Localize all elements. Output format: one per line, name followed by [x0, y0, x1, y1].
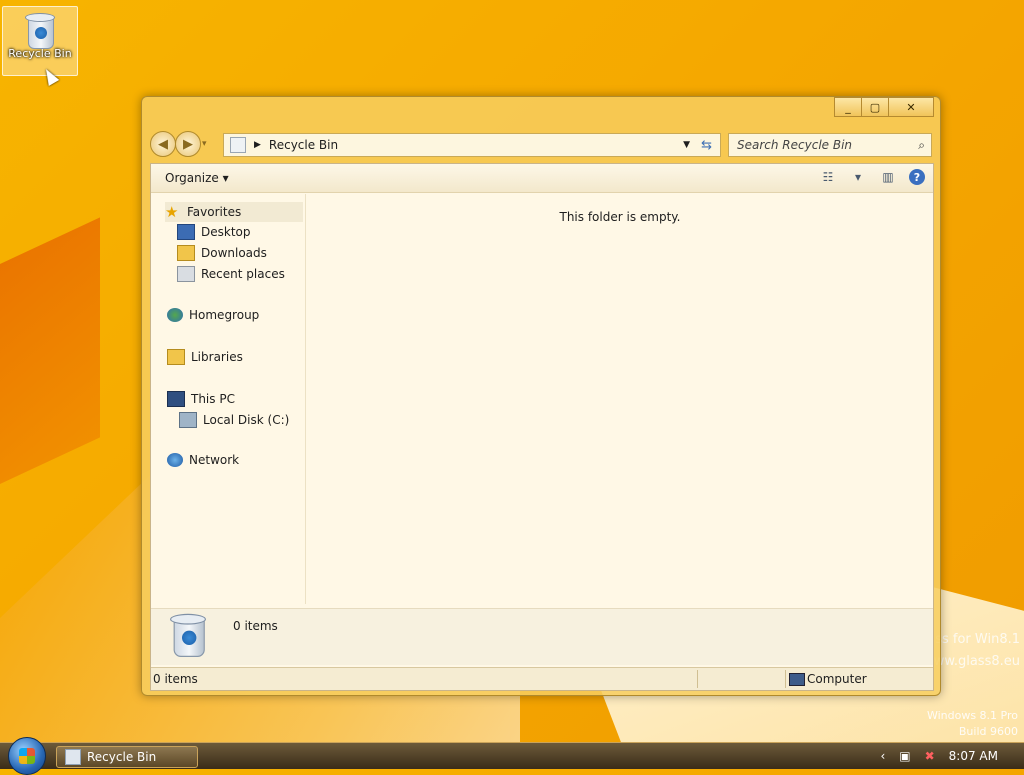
view-options-dropdown-icon[interactable]: ▾ — [849, 169, 867, 185]
organize-label: Organize — [165, 171, 219, 185]
nav-item-label: This PC — [191, 392, 235, 406]
address-bar[interactable]: ▶ Recycle Bin ▼ ⇆ — [223, 133, 721, 157]
recycle-bin-icon — [65, 749, 81, 765]
close-button[interactable]: ✕ — [889, 97, 934, 117]
nav-item-favorites[interactable]: ★ Favorites — [165, 202, 303, 222]
nav-item-label: Local Disk (C:) — [203, 413, 290, 427]
status-item-count: 0 items — [153, 672, 198, 686]
volume-muted-icon[interactable]: ✖ — [925, 749, 935, 763]
network-icon — [167, 453, 183, 467]
nav-item-homegroup[interactable]: Homegroup — [167, 308, 259, 322]
clock[interactable]: 8:07 AM — [949, 749, 998, 763]
nav-item-label: Downloads — [201, 246, 267, 260]
homegroup-icon — [167, 308, 183, 322]
command-bar: Organize ▾ ☷ ▾ ▥ ? — [151, 164, 933, 193]
nav-item-network[interactable]: Network — [167, 453, 239, 467]
drive-icon — [179, 412, 197, 428]
search-input[interactable]: Search Recycle Bin ⌕ — [728, 133, 932, 157]
forward-button[interactable]: ▶ — [175, 131, 201, 157]
preview-pane-icon[interactable]: ▥ — [879, 169, 897, 185]
maximize-button[interactable]: ▢ — [862, 97, 889, 117]
recycle-bin-icon — [230, 137, 246, 153]
taskbar-button-label: Recycle Bin — [87, 750, 157, 764]
nav-item-local-disk[interactable]: Local Disk (C:) — [179, 412, 289, 428]
status-bar: 0 items Computer — [151, 667, 933, 690]
status-divider — [785, 670, 786, 688]
navigation-pane: ★ Favorites Desktop Downloads Recent pla… — [151, 194, 306, 604]
status-divider — [697, 670, 698, 688]
organize-button[interactable]: Organize ▾ — [165, 171, 229, 185]
wallpaper-shape — [0, 217, 100, 503]
nav-item-label: Network — [189, 453, 240, 467]
recent-places-icon — [177, 266, 195, 282]
status-location: Computer — [807, 672, 867, 686]
nav-item-label: Homegroup — [189, 308, 260, 322]
nav-item-label: Favorites — [187, 205, 242, 219]
desktop-icon-recycle-bin[interactable]: Recycle Bin — [2, 6, 78, 76]
downloads-folder-icon — [177, 245, 195, 261]
windows-build: Build 9600 — [958, 725, 1018, 738]
computer-icon — [789, 673, 805, 686]
nav-item-label: Recent places — [201, 267, 285, 281]
computer-icon — [167, 391, 185, 407]
taskbar: Recycle Bin ‹ ▣ ✖ 8:07 AM — [0, 737, 1024, 775]
address-dropdown-icon[interactable]: ▼ — [683, 140, 690, 150]
nav-item-recent-places[interactable]: Recent places — [177, 266, 285, 282]
windows-version: Windows 8.1 Pro Build 9600 — [927, 708, 1018, 740]
nav-item-label: Desktop — [201, 225, 251, 239]
navigation-bar: ◀ ▶ ▾ ▶ Recycle Bin ▼ ⇆ Search Recycle B… — [150, 131, 932, 157]
system-tray: ‹ ▣ ✖ 8:07 AM — [880, 743, 1024, 769]
refresh-icon[interactable]: ⇆ — [701, 138, 712, 153]
minimize-button[interactable]: _ — [834, 97, 862, 117]
recycle-bin-icon — [170, 611, 206, 657]
caption-buttons: _ ▢ ✕ — [834, 97, 934, 117]
explorer-window: _ ▢ ✕ ◀ ▶ ▾ ▶ Recycle Bin ▼ ⇆ Search Rec… — [141, 96, 941, 696]
nav-item-libraries[interactable]: Libraries — [167, 349, 243, 365]
search-placeholder: Search Recycle Bin — [737, 138, 853, 152]
libraries-icon — [167, 349, 185, 365]
back-button[interactable]: ◀ — [150, 131, 176, 157]
explorer-client-area: Organize ▾ ☷ ▾ ▥ ? ★ Favorites Desktop D… — [150, 163, 934, 691]
help-icon[interactable]: ? — [909, 169, 925, 185]
change-view-icon[interactable]: ☷ — [819, 169, 837, 185]
details-item-count: 0 items — [233, 619, 278, 633]
nav-item-downloads[interactable]: Downloads — [177, 245, 267, 261]
empty-folder-message: This folder is empty. — [559, 210, 681, 224]
nav-item-this-pc[interactable]: This PC — [167, 391, 235, 407]
nav-item-desktop[interactable]: Desktop — [177, 224, 251, 240]
recycle-bin-icon — [25, 11, 55, 49]
details-pane: 0 items — [151, 608, 933, 665]
taskbar-button-recycle-bin[interactable]: Recycle Bin — [56, 746, 198, 768]
breadcrumb-arrow-icon[interactable]: ▶ — [254, 140, 261, 150]
file-list[interactable]: This folder is empty. — [307, 194, 933, 606]
nav-item-label: Libraries — [191, 350, 243, 364]
show-hidden-icons-icon[interactable]: ‹ — [880, 749, 885, 763]
breadcrumb[interactable]: Recycle Bin — [269, 138, 338, 152]
network-tray-icon[interactable]: ▣ — [899, 749, 910, 763]
start-button[interactable] — [8, 737, 46, 775]
recent-locations-dropdown[interactable]: ▾ — [202, 139, 207, 149]
desktop-icon — [177, 224, 195, 240]
windows-edition: Windows 8.1 Pro — [926, 709, 1018, 722]
search-icon[interactable]: ⌕ — [918, 138, 925, 153]
star-icon: ★ — [165, 203, 179, 221]
